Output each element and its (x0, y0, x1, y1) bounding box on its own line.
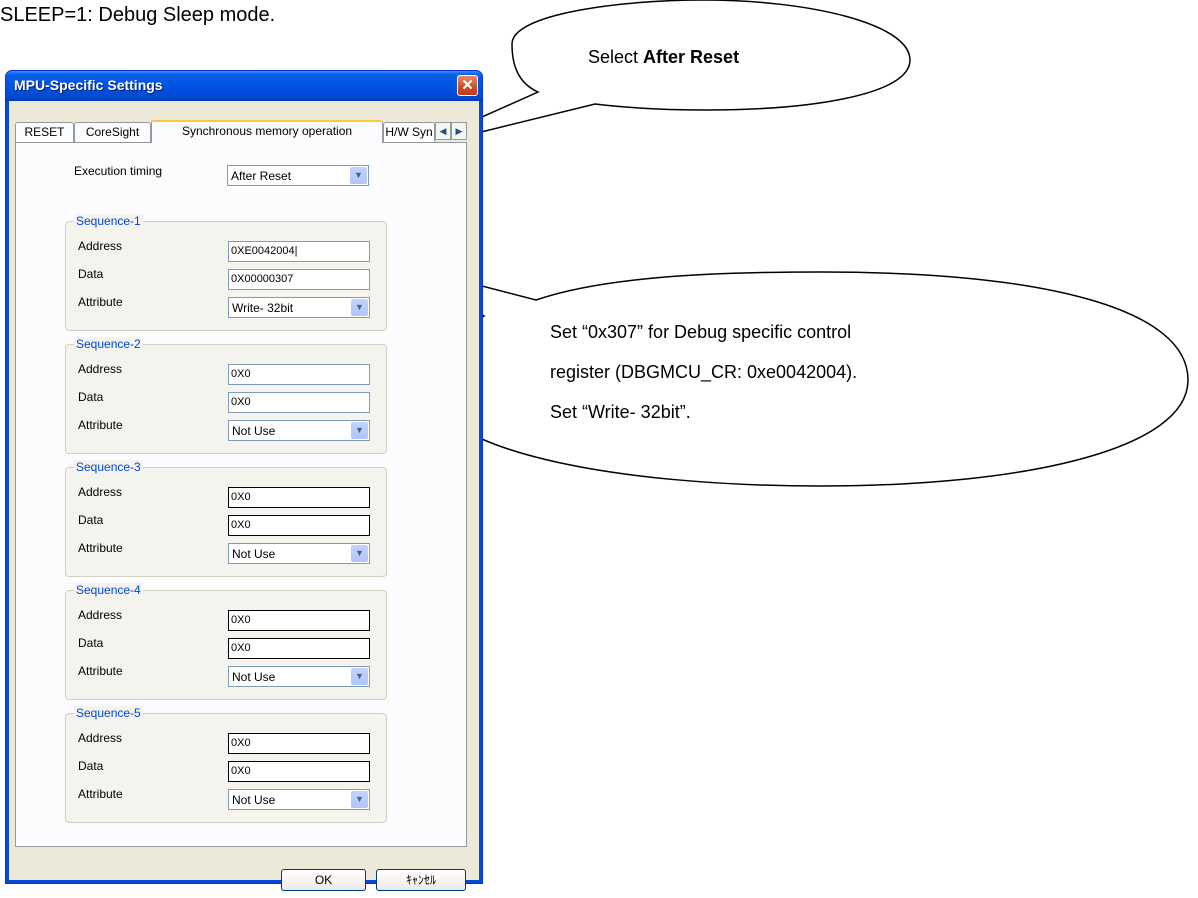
data-field[interactable]: 0X00000307 (228, 269, 370, 290)
address-label: Address (78, 731, 123, 745)
tab-scroll-left-icon[interactable]: ◀ (435, 122, 451, 140)
tab-scroll-right-icon[interactable]: ▶ (451, 122, 467, 140)
chevron-down-icon[interactable]: ▼ (351, 422, 368, 439)
address-field[interactable]: 0XE0042004| (228, 241, 370, 262)
sequence-title: Sequence-1 (74, 214, 143, 228)
tab-reset[interactable]: RESET (15, 122, 74, 142)
execution-timing-label: Execution timing (74, 164, 163, 178)
callout-bubble-select (407, 0, 911, 151)
attribute-select[interactable]: Write- 32bit ▼ (228, 297, 370, 318)
tab-scroll-buttons: ◀ ▶ (435, 122, 467, 140)
tab-panel: Execution timing After Reset ▼ Sequence-… (15, 142, 467, 847)
tab-hw-sync[interactable]: H/W Syn (383, 122, 435, 142)
sequence-2-group: Sequence-2 Address 0X0 Data 0X0 Attribut… (65, 337, 387, 454)
cancel-button[interactable]: ｷｬﾝｾﾙ (376, 869, 466, 891)
callout-set-line3: Set “Write- 32bit”. (550, 402, 691, 422)
close-button[interactable]: ✕ (457, 75, 478, 96)
address-field[interactable]: 0X0 (228, 610, 370, 631)
chevron-down-icon[interactable]: ▼ (351, 299, 368, 316)
callout-set-line2: register (DBGMCU_CR: 0xe0042004). (550, 362, 858, 382)
tab-strip: RESET CoreSight Synchronous memory opera… (15, 120, 467, 143)
chevron-down-icon[interactable]: ▼ (351, 791, 368, 808)
sequence-title: Sequence-3 (74, 460, 143, 474)
callout-set-line1: Set “0x307” for Debug specific control (550, 322, 852, 342)
chevron-down-icon[interactable]: ▼ (351, 668, 368, 685)
chevron-down-icon[interactable]: ▼ (350, 167, 367, 184)
dialog-client: RESET CoreSight Synchronous memory opera… (9, 101, 479, 891)
data-label: Data (78, 759, 104, 773)
sequence-title: Sequence-5 (74, 706, 143, 720)
data-label: Data (78, 267, 104, 281)
callout-select-bold: After Reset (643, 47, 740, 67)
close-icon: ✕ (461, 77, 474, 94)
attribute-value: Not Use (232, 424, 276, 438)
attribute-select[interactable]: Not Use ▼ (228, 666, 370, 687)
address-field[interactable]: 0X0 (228, 487, 370, 508)
sequence-1-group: Sequence-1 Address 0XE0042004| Data 0X00… (65, 214, 387, 331)
mpu-settings-dialog: MPU-Specific Settings ✕ RESET CoreSight … (5, 70, 483, 891)
attribute-value: Write- 32bit (232, 301, 294, 315)
data-field[interactable]: 0X0 (228, 515, 370, 536)
address-field[interactable]: 0X0 (228, 364, 370, 385)
data-label: Data (78, 513, 104, 527)
data-label: Data (78, 636, 104, 650)
tab-synchronous-memory-operation[interactable]: Synchronous memory operation (151, 120, 383, 143)
data-label: Data (78, 390, 104, 404)
callout-select-text: Select After Reset (588, 47, 739, 68)
address-label: Address (78, 239, 123, 253)
data-field[interactable]: 0X0 (228, 638, 370, 659)
dialog-titlebar[interactable]: MPU-Specific Settings ✕ (6, 71, 482, 101)
address-field[interactable]: 0X0 (228, 733, 370, 754)
execution-timing-value: After Reset (231, 169, 292, 183)
dialog-title: MPU-Specific Settings (14, 77, 163, 93)
sequence-5-group: Sequence-5 Address 0X0 Data 0X0 Attribut… (65, 706, 387, 823)
attribute-label: Attribute (78, 541, 123, 555)
attribute-label: Attribute (78, 295, 123, 309)
attribute-label: Attribute (78, 787, 123, 801)
sequence-title: Sequence-2 (74, 337, 143, 351)
attribute-select[interactable]: Not Use ▼ (228, 543, 370, 564)
sequence-4-group: Sequence-4 Address 0X0 Data 0X0 Attribut… (65, 583, 387, 700)
address-label: Address (78, 362, 123, 376)
attribute-value: Not Use (232, 670, 276, 684)
execution-timing-select[interactable]: After Reset ▼ (227, 165, 369, 186)
attribute-select[interactable]: Not Use ▼ (228, 789, 370, 810)
attribute-label: Attribute (78, 664, 123, 678)
address-label: Address (78, 608, 123, 622)
ok-button[interactable]: OK (281, 869, 366, 891)
tab-coresight[interactable]: CoreSight (74, 122, 151, 142)
callout-select-prefix: Select (588, 47, 644, 67)
attribute-value: Not Use (232, 547, 276, 561)
chevron-down-icon[interactable]: ▼ (351, 545, 368, 562)
data-field[interactable]: 0X0 (228, 392, 370, 413)
data-field[interactable]: 0X0 (228, 761, 370, 782)
attribute-value: Not Use (232, 793, 276, 807)
sequence-title: Sequence-4 (74, 583, 143, 597)
attribute-label: Attribute (78, 418, 123, 432)
attribute-select[interactable]: Not Use ▼ (228, 420, 370, 441)
sequence-3-group: Sequence-3 Address 0X0 Data 0X0 Attribut… (65, 460, 387, 577)
address-label: Address (78, 485, 123, 499)
